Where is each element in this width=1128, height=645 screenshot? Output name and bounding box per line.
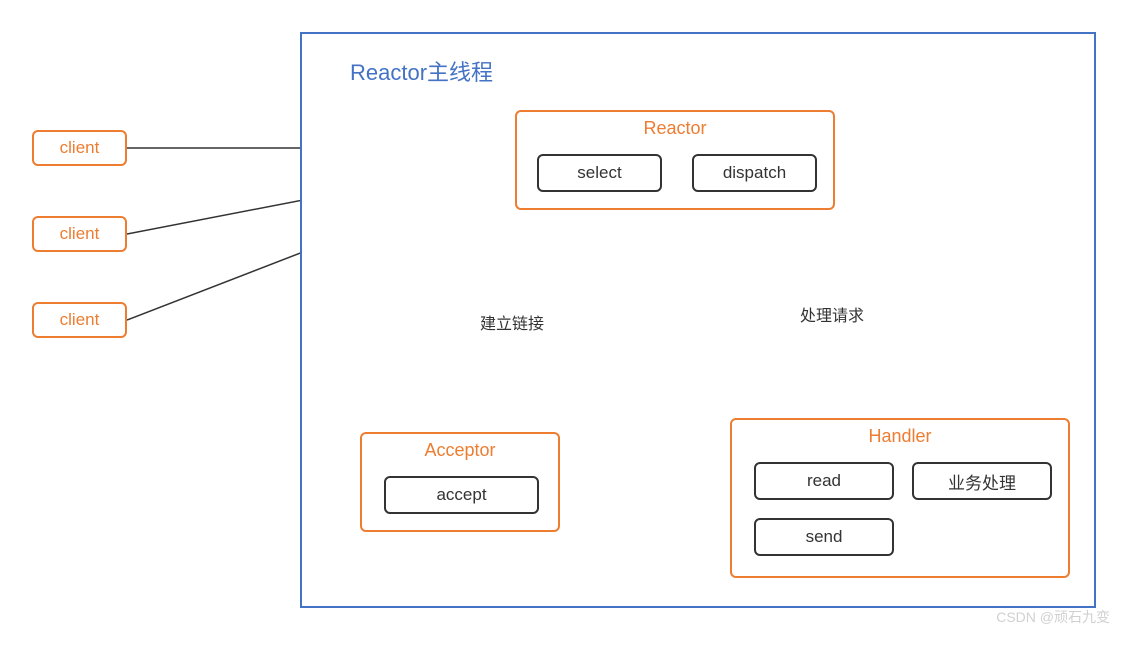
dispatch-label: dispatch [723,163,786,183]
edge-label-connect: 建立链接 [480,310,544,334]
client-box-1: client [32,130,127,166]
acceptor-title: Acceptor [362,434,558,465]
select-box: select [537,154,662,192]
client-box-2: client [32,216,127,252]
client-label-3: client [60,310,100,330]
client-box-3: client [32,302,127,338]
watermark: CSDN @顽石九变 [996,607,1110,627]
send-box: send [754,518,894,556]
read-box: read [754,462,894,500]
dispatch-box: dispatch [692,154,817,192]
edge-label-request: 处理请求 [800,302,864,326]
read-label: read [807,471,841,491]
business-box: 业务处理 [912,462,1052,500]
accept-label: accept [436,485,486,505]
container-title: Reactor主线程 [350,55,493,87]
reactor-box: Reactor select dispatch [515,110,835,210]
handler-box: Handler read 业务处理 send [730,418,1070,578]
business-label: 业务处理 [948,469,1016,494]
handler-title: Handler [732,420,1068,451]
acceptor-box: Acceptor accept [360,432,560,532]
accept-inner-box: accept [384,476,539,514]
reactor-title: Reactor [517,112,833,143]
select-label: select [577,163,621,183]
send-label: send [806,527,843,547]
client-label-1: client [60,138,100,158]
client-label-2: client [60,224,100,244]
